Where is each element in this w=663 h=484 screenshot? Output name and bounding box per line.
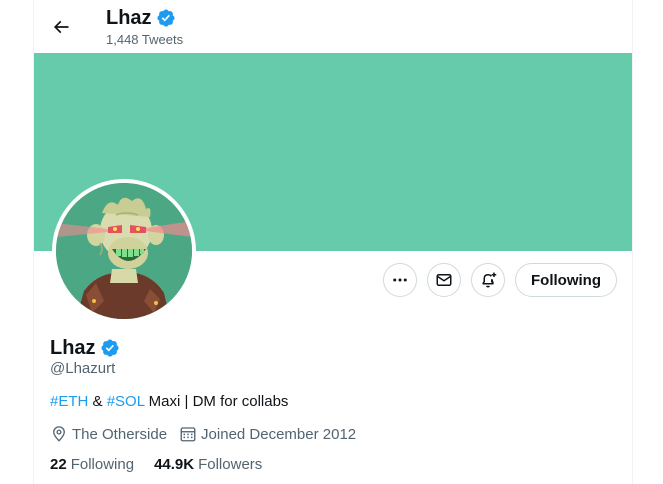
profile-bio: #ETH & #SOL Maxi | DM for collabs (50, 393, 288, 410)
bell-plus-icon (482, 272, 497, 288)
bio-text: Maxi | DM for collabs (144, 393, 289, 410)
location-pin-icon (53, 426, 65, 442)
profile-name: Lhaz (50, 336, 120, 360)
verified-badge-icon (156, 8, 176, 28)
followers-count: 44.9K (154, 456, 195, 473)
ape-avatar-image (56, 183, 192, 319)
followers-stat-link[interactable]: 44.9K Followers (154, 456, 262, 473)
calendar-icon (180, 427, 196, 442)
back-arrow-icon (53, 20, 69, 34)
envelope-icon (436, 274, 452, 286)
tweet-count: 1,448 Tweets (106, 32, 184, 47)
joined-date: Joined December 2012 (201, 425, 357, 443)
location-item: The Otherside (50, 425, 167, 443)
following-stat-link[interactable]: 22 Following (50, 456, 134, 473)
more-icon (393, 278, 407, 282)
verified-badge-icon (100, 338, 120, 358)
followers-label: Followers (198, 456, 263, 473)
message-button[interactable] (427, 263, 461, 297)
bio-text: & (88, 393, 107, 410)
joined-item: Joined December 2012 (179, 425, 356, 443)
location-text: The Otherside (72, 425, 168, 443)
following-count: 22 (50, 456, 67, 473)
header-title: Lhaz (106, 6, 176, 30)
following-button[interactable]: Following (515, 263, 617, 297)
back-button[interactable] (44, 10, 78, 44)
profile-avatar[interactable] (52, 179, 196, 323)
hashtag-link[interactable]: #SOL (107, 393, 145, 410)
hashtag-link[interactable]: #ETH (50, 393, 88, 410)
profile-column: Lhaz 1,448 Tweets Following Lhaz @Lhazur… (33, 0, 633, 484)
header-name: Lhaz (106, 7, 152, 29)
profile-header: Lhaz 1,448 Tweets (34, 0, 632, 53)
profile-meta: The Otherside Joined December 2012 (50, 425, 368, 443)
display-name: Lhaz (50, 337, 96, 359)
following-label: Following (70, 456, 135, 473)
profile-handle: @Lhazurt (50, 360, 116, 377)
profile-stats: 22 Following 44.9K Followers (50, 456, 282, 473)
notification-button[interactable] (471, 263, 505, 297)
more-button[interactable] (383, 263, 417, 297)
